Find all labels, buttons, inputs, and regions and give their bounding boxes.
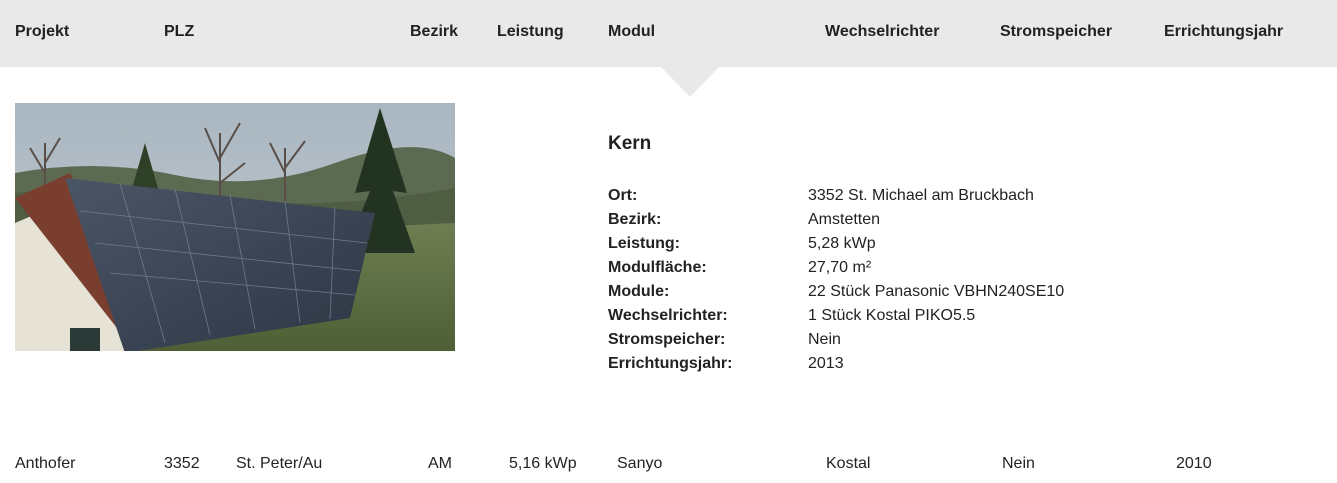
detail-label-errichtungsjahr: Errichtungsjahr: (608, 355, 733, 372)
column-header-wechselrichter[interactable]: Wechselrichter (825, 23, 939, 41)
detail-label-ort: Ort: (608, 187, 638, 204)
row-cell-modul: Sanyo (617, 455, 663, 472)
column-header-bezirk[interactable]: Bezirk (410, 23, 458, 41)
column-header-plz[interactable]: PLZ (164, 23, 194, 41)
row-cell-bezirk: AM (428, 455, 452, 472)
column-header-modul[interactable]: Modul (608, 23, 655, 41)
table-row[interactable] (0, 440, 1337, 483)
detail-label-bezirk: Bezirk: (608, 211, 662, 228)
detail-value-stromspeicher: Nein (808, 331, 841, 348)
header-pointer-arrow (661, 67, 719, 97)
detail-value-leistung: 5,28 kWp (808, 235, 876, 252)
table-header: Projekt PLZ Bezirk Leistung Modul Wechse… (0, 0, 1337, 67)
row-cell-projekt[interactable]: Anthofer (15, 455, 75, 473)
project-detail-title: Kern (608, 133, 652, 154)
detail-label-module: Module: (608, 283, 670, 300)
column-header-projekt[interactable]: Projekt (15, 23, 69, 41)
detail-label-stromspeicher: Stromspeicher: (608, 331, 726, 348)
detail-label-wechselrichter: Wechselrichter: (608, 307, 728, 324)
detail-value-module: 22 Stück Panasonic VBHN240SE10 (808, 283, 1065, 300)
row-cell-plz: 3352 (164, 455, 200, 472)
detail-value-bezirk: Amstetten (808, 211, 881, 228)
row-cell-stromspeicher: Nein (1002, 455, 1035, 472)
detail-label-modulflaeche: Modulfläche: (608, 259, 707, 276)
project-photo (15, 103, 455, 351)
column-header-leistung[interactable]: Leistung (497, 23, 564, 41)
row-cell-wechselrichter: Kostal (826, 455, 871, 472)
detail-value-ort: 3352 St. Michael am Bruckbach (808, 187, 1034, 204)
detail-label-leistung: Leistung: (608, 235, 680, 252)
column-header-errichtungsjahr[interactable]: Errichtungsjahr (1164, 23, 1283, 41)
detail-value-errichtungsjahr: 2013 (808, 355, 844, 372)
row-cell-errichtungsjahr: 2010 (1176, 455, 1212, 472)
row-cell-ort: St. Peter/Au (236, 455, 323, 472)
column-header-stromspeicher[interactable]: Stromspeicher (1000, 23, 1112, 41)
detail-value-wechselrichter: 1 Stück Kostal PIKO5.5 (808, 307, 976, 324)
detail-value-modulflaeche: 27,70 m² (808, 259, 872, 276)
row-cell-leistung: 5,16 kWp (509, 455, 577, 472)
